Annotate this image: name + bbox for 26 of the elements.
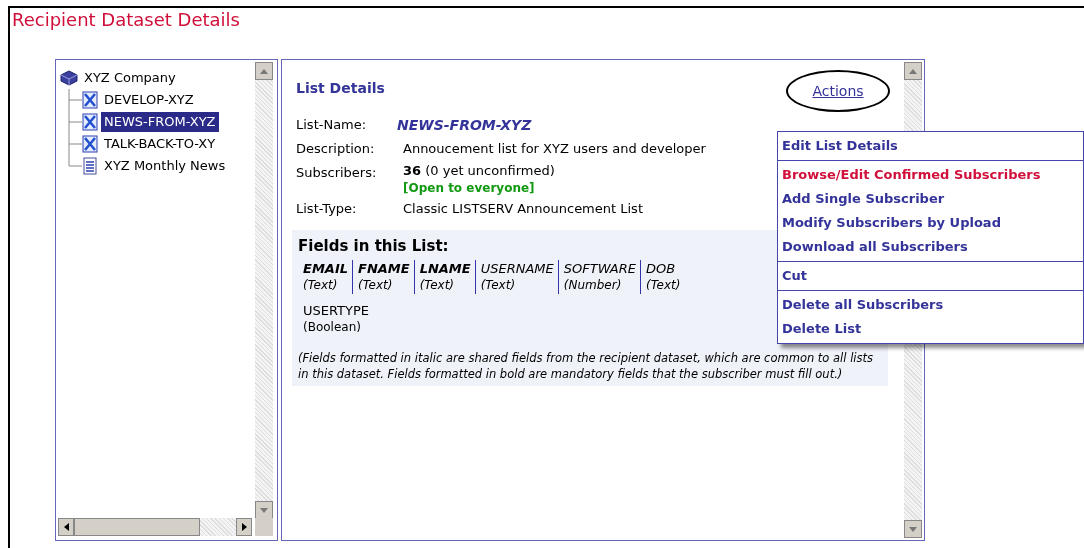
access-note: [Open to everyone] xyxy=(403,180,536,196)
section-heading: List Details xyxy=(296,79,385,98)
field-name: USERTYPE xyxy=(303,302,369,319)
list-name: NEWS-FROM-XYZ xyxy=(397,116,532,135)
field-name: EMAIL xyxy=(303,260,348,277)
field-value: Classic LISTSERV Announcement List xyxy=(403,200,643,218)
field-name: DOB xyxy=(646,260,676,277)
field-name: USERNAME xyxy=(480,260,554,277)
field-type: (Text) xyxy=(419,277,455,294)
field-type: (Text) xyxy=(480,277,516,294)
field-type: (Number) xyxy=(563,277,622,294)
fields-note: (Fields formatted in italic are shared fields from the recipient dataset, which are common to all lists in this dataset. Fields formatted in bold are mandatory fields that the subscriber must fill out.) xyxy=(298,350,875,382)
field-name: FNAME xyxy=(358,260,410,277)
field-label: Subscribers: xyxy=(296,164,378,182)
field-label: Description: xyxy=(296,140,376,158)
subscriber-count: 36 (0 yet unconfirmed) xyxy=(403,162,555,180)
field-label: List-Type: xyxy=(296,200,358,218)
field-value: Annoucement list for XYZ users and developer xyxy=(403,140,706,158)
section-heading: Fields in this List: xyxy=(298,236,449,256)
field-name: SOFTWARE xyxy=(563,260,636,277)
field-name: LNAME xyxy=(419,260,471,277)
field-type: (Text) xyxy=(303,277,338,294)
field-type: (Text) xyxy=(358,277,393,294)
field-type: (Text) xyxy=(646,277,681,294)
field-type: (Boolean) xyxy=(303,319,361,336)
page-title: Recipient Dataset Details xyxy=(12,8,240,32)
